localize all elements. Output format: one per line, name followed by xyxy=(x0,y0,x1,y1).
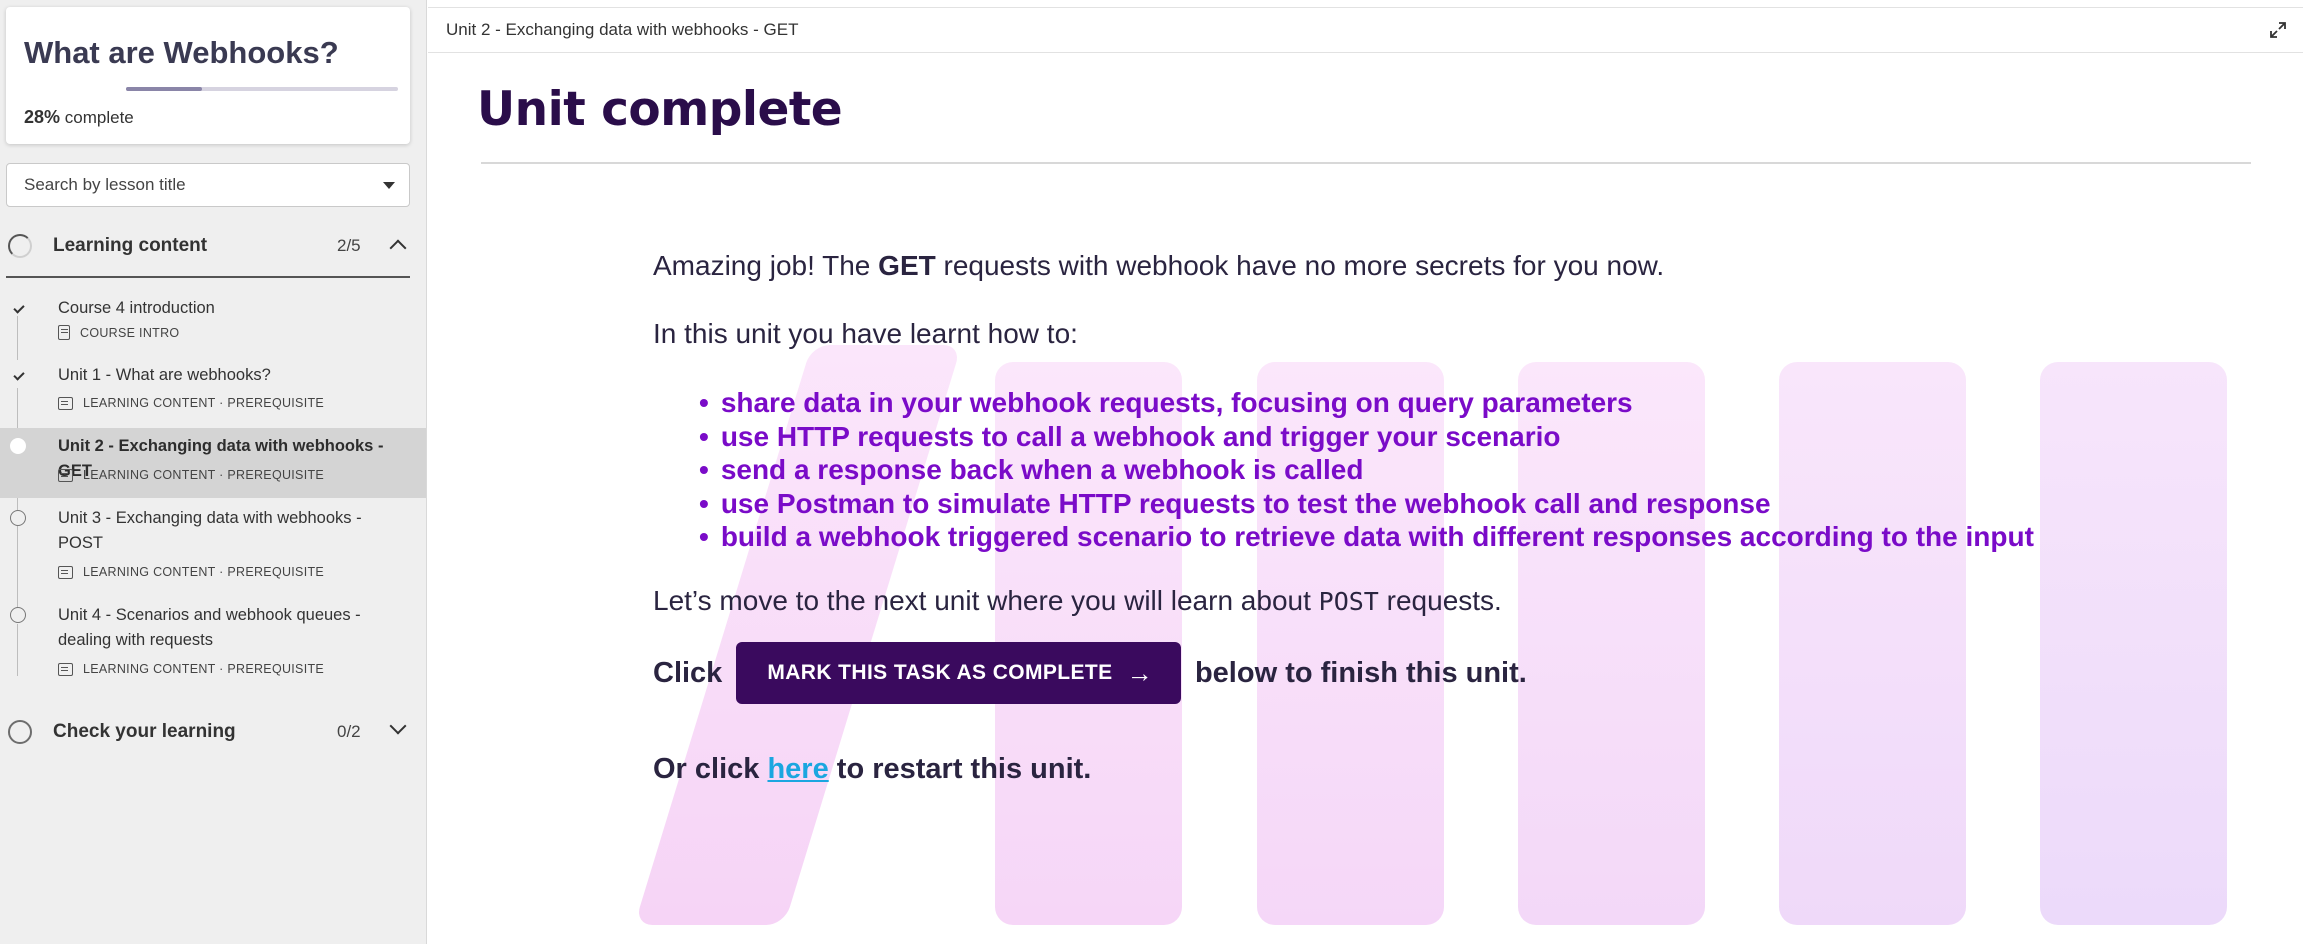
document-icon xyxy=(58,325,70,340)
search-placeholder: Search by lesson title xyxy=(24,175,186,194)
next-unit-text: Let’s move to the next unit where you wi… xyxy=(653,585,1502,617)
check-icon xyxy=(13,302,25,314)
section-count: 2/5 xyxy=(337,236,361,255)
lesson-meta-text: LEARNING CONTENT · PREREQUISITE xyxy=(83,396,325,410)
progress-fill xyxy=(126,87,203,91)
intro-pre: Amazing job! The xyxy=(653,250,879,281)
caret-down-icon xyxy=(383,182,395,189)
lesson-item-active[interactable]: Unit 2 - Exchanging data with webhooks -… xyxy=(0,428,426,498)
lesson-meta-text: LEARNING CONTENT · PREREQUISITE xyxy=(83,565,325,579)
learning-outcomes-list: share data in your webhook requests, foc… xyxy=(699,386,2034,554)
title-divider xyxy=(481,162,2251,164)
mark-complete-label: MARK THIS TASK AS COMPLETE xyxy=(767,661,1113,684)
list-item: build a webhook triggered scenario to re… xyxy=(699,520,2034,554)
lesson-title: Unit 4 - Scenarios and webhook queues - … xyxy=(58,606,361,649)
section-count: 0/2 xyxy=(337,722,361,741)
intro-post: requests with webhook have no more secre… xyxy=(935,250,1665,281)
lesson-meta: COURSE INTRO xyxy=(58,325,179,340)
page-title: Unit complete xyxy=(477,82,843,137)
restart-pre: Or click xyxy=(653,753,768,785)
section-check-your-learning[interactable]: Check your learning 0/2 xyxy=(6,712,410,752)
list-item: use HTTP requests to call a webhook and … xyxy=(699,420,2034,454)
list-item: send a response back when a webhook is c… xyxy=(699,453,2034,487)
section-progress-ring-icon xyxy=(8,720,32,744)
chevron-up-icon xyxy=(389,239,407,257)
chevron-down-icon xyxy=(389,717,407,735)
progress-suffix: complete xyxy=(64,108,134,127)
course-title: What are Webhooks? xyxy=(24,35,339,70)
check-icon xyxy=(13,369,25,381)
slides-icon xyxy=(58,565,73,579)
section-label: Check your learning xyxy=(53,721,236,742)
course-card: What are Webhooks? 28% complete xyxy=(6,7,410,144)
complete-instruction: Click MARK THIS TASK AS COMPLETE → below… xyxy=(653,642,1527,704)
intro-text: Amazing job! The GET requests with webho… xyxy=(653,250,1664,282)
lesson-meta: LEARNING CONTENT · PREREQUISITE xyxy=(58,468,324,482)
lesson-topbar: Unit 2 - Exchanging data with webhooks -… xyxy=(428,7,2303,53)
learnt-heading: In this unit you have learnt how to: xyxy=(653,318,1078,349)
lesson-title: Unit 1 - What are webhooks? xyxy=(58,366,271,384)
lesson-item[interactable]: Unit 3 - Exchanging data with webhooks -… xyxy=(0,506,426,582)
lesson-status-dot xyxy=(10,510,26,526)
progress-text: 28% complete xyxy=(24,107,134,128)
restart-text: Or click here to restart this unit. xyxy=(653,753,1091,786)
restart-post: to restart this unit. xyxy=(828,753,1092,785)
next-code: POST xyxy=(1318,587,1379,616)
click-pre: Click xyxy=(653,656,723,689)
lesson-meta-text: LEARNING CONTENT · PREREQUISITE xyxy=(83,468,325,482)
breadcrumb: Unit 2 - Exchanging data with webhooks -… xyxy=(446,20,799,39)
lesson-content-area: Unit 2 - Exchanging data with webhooks -… xyxy=(428,0,2303,944)
list-item: use Postman to simulate HTTP requests to… xyxy=(699,487,2034,521)
lesson-item[interactable]: Unit 1 - What are webhooks? LEARNING CON… xyxy=(0,363,426,423)
lesson-status-dot xyxy=(10,438,26,454)
lesson-item[interactable]: Course 4 introduction COURSE INTRO xyxy=(0,293,426,353)
lesson-item[interactable]: Unit 4 - Scenarios and webhook queues - … xyxy=(0,603,426,679)
intro-bold: GET xyxy=(878,250,936,281)
decor-shape xyxy=(2040,362,2227,925)
lesson-meta-text: COURSE INTRO xyxy=(80,325,180,340)
section-learning-content[interactable]: Learning content 2/5 xyxy=(6,226,410,266)
lesson-meta: LEARNING CONTENT · PREREQUISITE xyxy=(58,565,324,579)
lesson-search-dropdown[interactable]: Search by lesson title xyxy=(6,163,410,207)
next-post: requests. xyxy=(1378,585,1502,616)
lesson-title: Course 4 introduction xyxy=(58,299,215,317)
click-post: below to finish this unit. xyxy=(1194,656,1527,689)
restart-link[interactable]: here xyxy=(767,753,828,785)
next-pre: Let’s move to the next unit where you wi… xyxy=(653,585,1319,616)
section-label: Learning content xyxy=(53,235,208,256)
expand-icon[interactable] xyxy=(2269,21,2287,39)
section-progress-ring-icon xyxy=(8,234,32,258)
lesson-title: Unit 3 - Exchanging data with webhooks -… xyxy=(58,509,362,552)
mark-complete-button[interactable]: MARK THIS TASK AS COMPLETE → xyxy=(736,642,1181,704)
slides-icon xyxy=(58,468,73,482)
section-divider xyxy=(6,276,410,278)
arrow-right-icon: → xyxy=(1126,657,1153,688)
progress-percent: 28% xyxy=(24,107,61,127)
list-item: share data in your webhook requests, foc… xyxy=(699,386,2034,420)
slides-icon xyxy=(58,662,73,676)
course-sidebar: What are Webhooks? 28% complete Search b… xyxy=(0,0,427,944)
lesson-meta: LEARNING CONTENT · PREREQUISITE xyxy=(58,396,324,410)
progress-bar xyxy=(126,87,398,91)
slides-icon xyxy=(58,396,73,410)
lesson-meta: LEARNING CONTENT · PREREQUISITE xyxy=(58,662,324,676)
lesson-meta-text: LEARNING CONTENT · PREREQUISITE xyxy=(83,662,325,676)
lesson-status-dot xyxy=(10,607,26,623)
